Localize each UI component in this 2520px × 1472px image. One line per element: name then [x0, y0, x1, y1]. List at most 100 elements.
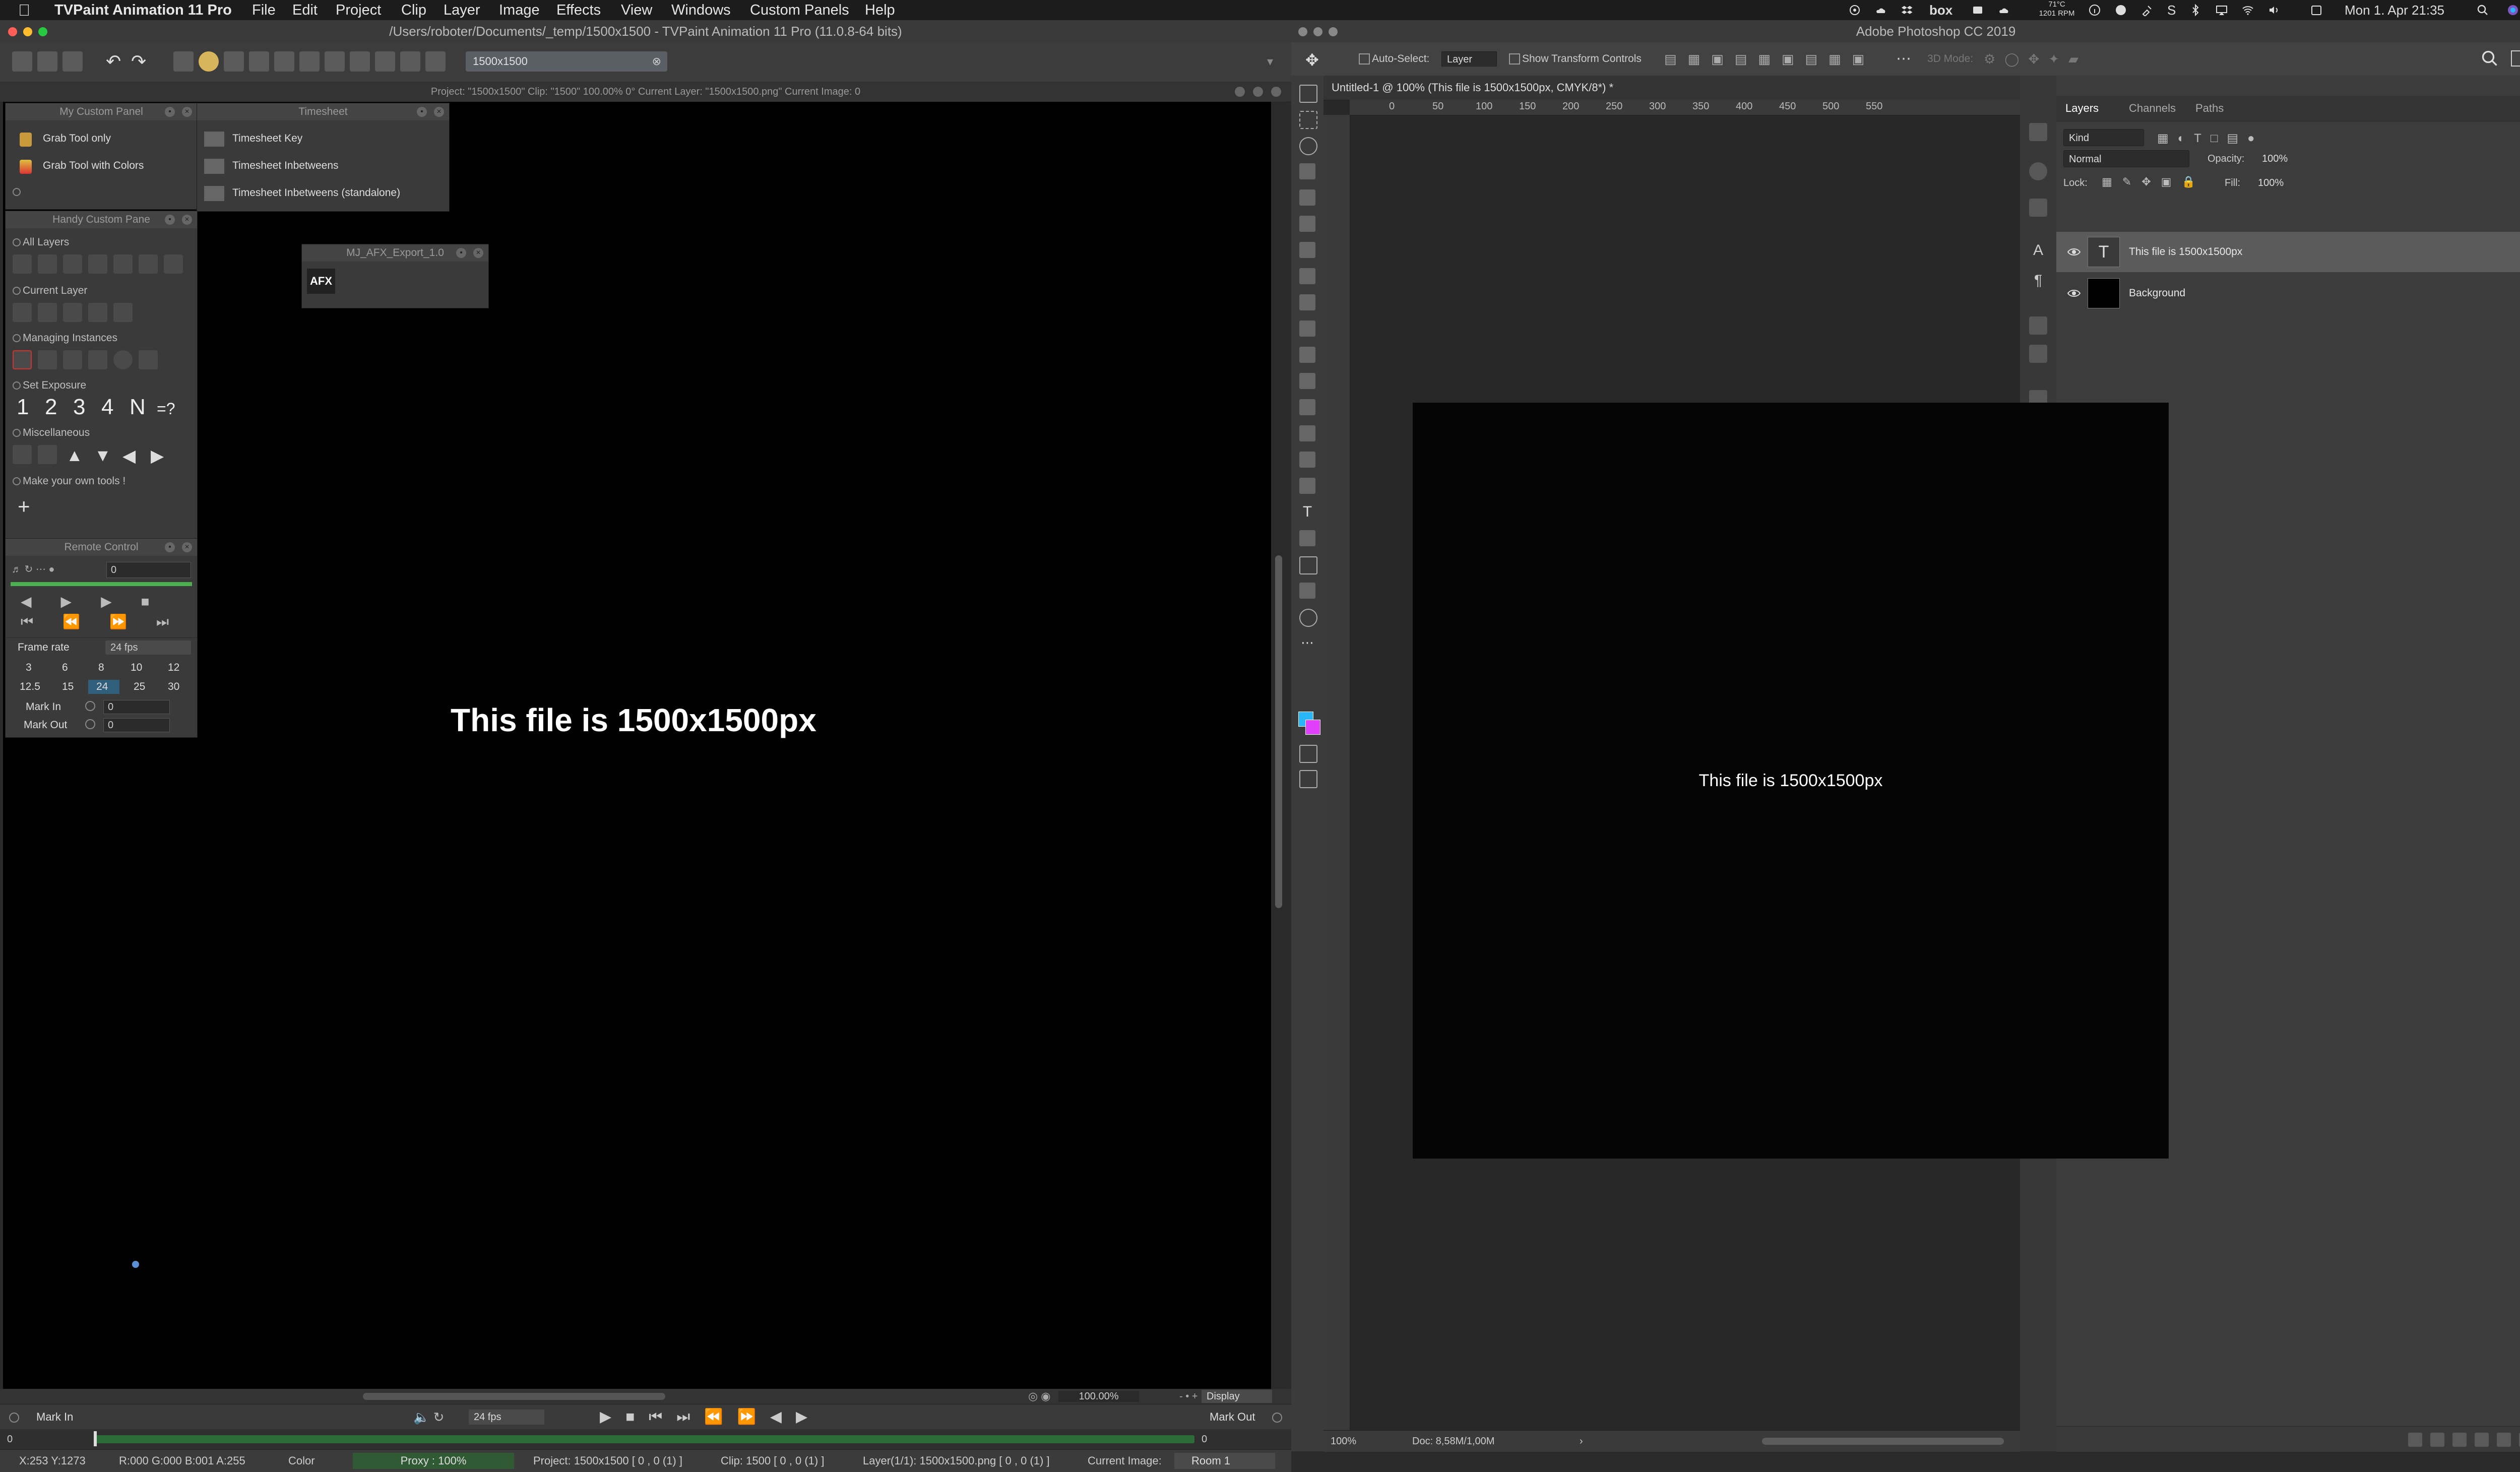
timesheet-standalone-icon[interactable] [204, 186, 224, 201]
move-tool[interactable] [1299, 85, 1317, 103]
instance-add-icon[interactable] [38, 350, 57, 369]
all-layers-tool-6-icon[interactable] [139, 254, 158, 274]
background-color-swatch[interactable] [1305, 720, 1320, 735]
exposure-1-button[interactable]: 1 [17, 395, 29, 420]
timeline-transport[interactable]: ▶■⏮⏭⏪⏩◀▶ [600, 1404, 822, 1430]
hand-tool[interactable] [1299, 583, 1315, 599]
rate-25[interactable]: 25 [134, 677, 145, 697]
menu-image[interactable]: Image [499, 0, 540, 20]
all-layers-tool-2-icon[interactable] [38, 254, 57, 274]
libraries-panel-icon[interactable] [2029, 316, 2047, 335]
timeline-icon[interactable] [375, 51, 395, 72]
auto-select-checkbox[interactable] [1359, 53, 1370, 65]
zoom-minus-plus[interactable]: - • + [1179, 1389, 1198, 1404]
blend-mode-dropdown[interactable]: Normal [2063, 150, 2189, 167]
frame-rate-dropdown[interactable]: 24 fps [105, 641, 191, 655]
calendar-icon[interactable] [2310, 4, 2322, 16]
keyboard-icon[interactable] [173, 51, 194, 72]
box-label[interactable]: box [1929, 0, 1952, 20]
menu-custom-panels[interactable]: Custom Panels [750, 0, 849, 20]
properties-panel-icon[interactable] [2029, 199, 2047, 217]
menu-file[interactable]: File [252, 0, 276, 20]
remote-mini-icons[interactable]: ♬ ↻ ⋯ ● [12, 563, 102, 577]
send-icon[interactable] [425, 51, 446, 72]
instance-tree-icon[interactable] [88, 350, 107, 369]
path-selection-tool[interactable] [1299, 530, 1315, 546]
hand-colors-icon[interactable] [20, 160, 32, 174]
rate-8[interactable]: 8 [98, 658, 104, 678]
timesheet-key-icon[interactable] [204, 132, 224, 147]
mark-out-radio[interactable] [85, 719, 95, 729]
gradient-tool[interactable] [1299, 399, 1315, 415]
menu-windows[interactable]: Windows [671, 0, 731, 20]
ps-doc-size[interactable]: Doc: 8,58M/1,00M [1412, 1431, 1494, 1452]
mark-in-field[interactable]: 0 [103, 700, 170, 714]
upload-cloud-icon[interactable] [1998, 4, 2010, 16]
timesheet-key[interactable]: Timesheet Key [232, 129, 302, 149]
brush-tool-icon[interactable] [224, 51, 244, 72]
clock[interactable]: Mon 1. Apr 21:35 [2345, 0, 2444, 20]
tvpaint-search-field[interactable]: 1500x1500 ⊗ [466, 51, 667, 72]
instance-new-icon[interactable] [63, 350, 82, 369]
ps-zoom-level[interactable]: 100% [1331, 1431, 1356, 1452]
add-tool-button[interactable]: + [18, 494, 30, 519]
horizontal-scrollbar[interactable] [363, 1393, 665, 1400]
history-panel-icon[interactable] [2029, 123, 2047, 141]
panel-options-icon[interactable]: • [165, 542, 175, 552]
light-table-icon[interactable] [274, 51, 294, 72]
dropbox-icon[interactable] [1901, 4, 1913, 16]
eyedropper-tool[interactable] [1299, 242, 1315, 258]
menu-project[interactable]: Project [336, 0, 381, 20]
align-buttons[interactable]: ▤▦▣▤▦▣▤▦▣ [1664, 42, 1875, 76]
screen-mode-icon[interactable] [1299, 770, 1317, 788]
all-layers-tool-5-icon[interactable] [113, 254, 133, 274]
rectangle-tool[interactable] [1299, 556, 1317, 574]
menu-edit[interactable]: Edit [292, 0, 318, 20]
current-layer-tool-5-icon[interactable] [113, 303, 133, 322]
grab-tool-only[interactable]: Grab Tool only [43, 129, 111, 149]
all-layers-tool-1-icon[interactable] [13, 254, 32, 274]
photoshop-canvas[interactable]: This file is 1500x1500px [1413, 403, 2169, 1159]
panel-close-icon[interactable]: × [182, 107, 192, 117]
frame-slider-track[interactable] [96, 1435, 1194, 1443]
adjustment-layer-icon[interactable] [2475, 1433, 2489, 1447]
tab-paths[interactable]: Paths [2195, 96, 2224, 121]
panel-options-icon[interactable]: • [456, 248, 466, 258]
undo-icon[interactable]: ↶ [106, 51, 126, 72]
graph-icon[interactable] [400, 51, 420, 72]
exposure-3-button[interactable]: 3 [73, 395, 85, 420]
crop-tool[interactable] [1299, 189, 1315, 206]
blur-tool[interactable] [1299, 425, 1315, 441]
panel-add-dot[interactable] [13, 188, 21, 196]
rate-30[interactable]: 30 [168, 677, 179, 697]
character-panel-icon[interactable]: A [2029, 242, 2047, 260]
rate-10[interactable]: 10 [131, 658, 142, 678]
app-menu[interactable]: TVPaint Animation 11 Pro [54, 0, 232, 20]
instance-remove-icon[interactable] [13, 350, 32, 369]
visibility-eye-icon[interactable] [2067, 246, 2081, 258]
fx-icon[interactable] [2430, 1433, 2444, 1447]
grab-tool-with-colors[interactable]: Grab Tool with Colors [43, 156, 144, 176]
c-app-icon[interactable] [2115, 4, 2127, 16]
more-options-icon[interactable]: ⋯ [1896, 42, 1911, 76]
brush-tool[interactable] [1299, 294, 1315, 310]
layer-row-text[interactable]: T This file is 1500x1500px [2056, 232, 2520, 272]
menu-clip[interactable]: Clip [401, 0, 426, 20]
exposure-n-button[interactable]: N [130, 395, 146, 420]
timeline-mark-out-radio[interactable] [1272, 1413, 1282, 1423]
layer-row-background[interactable]: Background [2056, 273, 2520, 313]
auto-select-target-dropdown[interactable]: Layer [1441, 51, 1497, 67]
show-transform-checkbox[interactable] [1509, 53, 1520, 65]
history-brush-tool[interactable] [1299, 347, 1315, 363]
eye-status-icon[interactable] [1849, 4, 1861, 16]
panel-close-icon[interactable]: × [182, 215, 192, 225]
arrow-down-icon[interactable]: ▼ [94, 446, 111, 466]
timesheet-inbetweens-standalone[interactable]: Timesheet Inbetweens (standalone) [232, 183, 400, 203]
current-layer-tool-2-icon[interactable] [38, 303, 57, 322]
rate-12-5[interactable]: 12.5 [20, 677, 40, 697]
volume-icon[interactable] [2268, 4, 2280, 16]
clear-search-icon[interactable]: ⊗ [652, 51, 661, 72]
color-wheel-icon[interactable] [199, 51, 219, 72]
clone-stamp-tool[interactable] [1299, 321, 1315, 337]
frame-slider-handle[interactable] [94, 1431, 97, 1446]
